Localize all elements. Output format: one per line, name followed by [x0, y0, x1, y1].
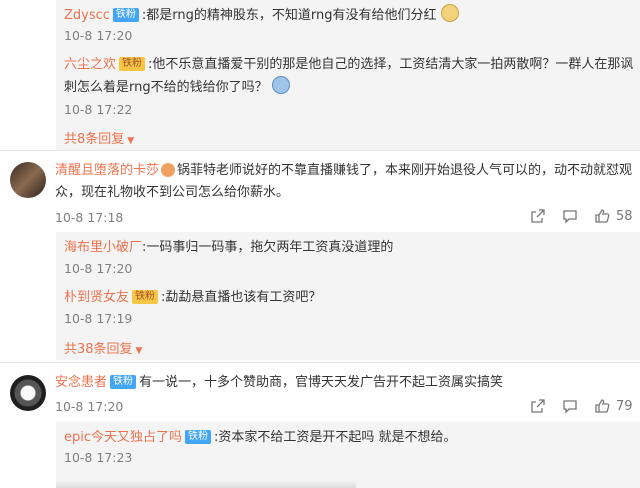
avatar[interactable] [10, 162, 46, 198]
like-icon[interactable] [594, 208, 610, 224]
chevron-down-icon: ▼ [127, 136, 135, 146]
share-icon[interactable] [530, 208, 546, 224]
reply-item: 朴到贤女友 铁粉:勐勐悬直播也该有工资吧？ [64, 286, 321, 309]
comment-text-line1: 锅菲特老师说好的不靠直播赚钱了，本来刚开始退役人气可以的，动不动就怼观 [177, 163, 633, 178]
reply-item: Zdyscc 铁粉:都是rng的精神股东，不知道rng有没有给他们分红 [64, 4, 459, 27]
reply-time: 10-8 17:23 [64, 450, 133, 465]
like-count: 79 [616, 398, 633, 414]
emoji-icon [271, 76, 290, 94]
like-icon[interactable] [594, 398, 610, 414]
reply-text: :都是rng的精神股东，不知道rng有没有给他们分红 [141, 8, 437, 23]
comment-username[interactable]: 安念患者 [55, 375, 107, 390]
reply-item: epic今天又独占了吗 铁粉:资本家不给工资是开不起吗 就是不想给。 [64, 426, 457, 449]
reply-text-line1: :他不乐意直播爱干别的那是他自己的选择，工资结清大家一拍两散啊？一群人在那讽 [148, 57, 634, 72]
fan-badge: 铁粉 [112, 8, 139, 22]
reply-item: 六尘之欢 铁粉:他不乐意直播爱干别的那是他自己的选择，工资结清大家一拍两散啊？一群… [64, 54, 634, 99]
reply-time: 10-8 17:19 [64, 311, 133, 326]
comment-text-line2: 众，现在礼物收不到公司怎么给你薪水。 [55, 185, 290, 200]
fan-badge: 铁粉 [110, 375, 137, 389]
comment-actions: 79 [530, 398, 633, 414]
cutoff-next-reply [56, 480, 356, 488]
reply-text: :资本家不给工资是开不起吗 就是不想给。 [214, 430, 457, 445]
more-replies-link[interactable]: 共38条回复 ▼ [64, 338, 142, 357]
reply-text-line2: 刺怎么着是rng不给的钱给你了吗？ [64, 80, 268, 95]
comment-body: 清醒且堕落的卡莎 锅菲特老师说好的不靠直播赚钱了，本来刚开始退役人气可以的，动不动… [55, 160, 633, 204]
doge-emoji-icon [440, 4, 459, 22]
reply-item: 海布里小破厂:一码事归一码事，拖欠两年工资真没道理的 [64, 236, 393, 259]
reply-time: 10-8 17:20 [64, 28, 133, 43]
comment-text: 有一说一，十多个赞助商，官博天天发广告开不起工资属实搞笑 [139, 375, 504, 390]
reply-username[interactable]: Zdyscc [64, 8, 110, 23]
divider [0, 362, 640, 363]
reply-time: 10-8 17:20 [64, 261, 133, 276]
more-replies-label: 共38条回复 [64, 342, 133, 357]
fan-badge: 铁粉 [119, 57, 146, 71]
avatar[interactable] [10, 375, 46, 411]
reply-username[interactable]: 海布里小破厂 [64, 240, 142, 255]
more-replies-link[interactable]: 共8条回复 ▼ [64, 128, 134, 147]
comment-time: 10-8 17:18 [55, 210, 124, 225]
fan-badge: 铁粉 [185, 430, 212, 444]
comment-icon[interactable] [562, 398, 578, 414]
comment-body: 安念患者 铁粉 有一说一，十多个赞助商，官博天天发广告开不起工资属实搞笑 [55, 372, 503, 394]
reply-text: :勐勐悬直播也该有工资吧？ [161, 290, 322, 305]
reply-username[interactable]: 六尘之欢 [64, 57, 116, 72]
fan-badge: 铁粉 [132, 290, 159, 304]
reply-time: 10-8 17:22 [64, 102, 133, 117]
comment-username[interactable]: 清醒且堕落的卡莎 [55, 163, 159, 178]
comment-time: 10-8 17:20 [55, 399, 124, 414]
comment-icon[interactable] [562, 208, 578, 224]
comment-actions: 58 [530, 208, 633, 224]
more-replies-label: 共8条回复 [64, 132, 125, 147]
reply-username[interactable]: epic今天又独占了吗 [64, 430, 182, 445]
divider [0, 150, 640, 151]
emoji-icon [161, 163, 176, 177]
share-icon[interactable] [530, 398, 546, 414]
reply-username[interactable]: 朴到贤女友 [64, 290, 129, 305]
like-count: 58 [616, 208, 633, 224]
reply-text: :一码事归一码事，拖欠两年工资真没道理的 [142, 240, 394, 255]
chevron-down-icon: ▼ [135, 346, 143, 356]
